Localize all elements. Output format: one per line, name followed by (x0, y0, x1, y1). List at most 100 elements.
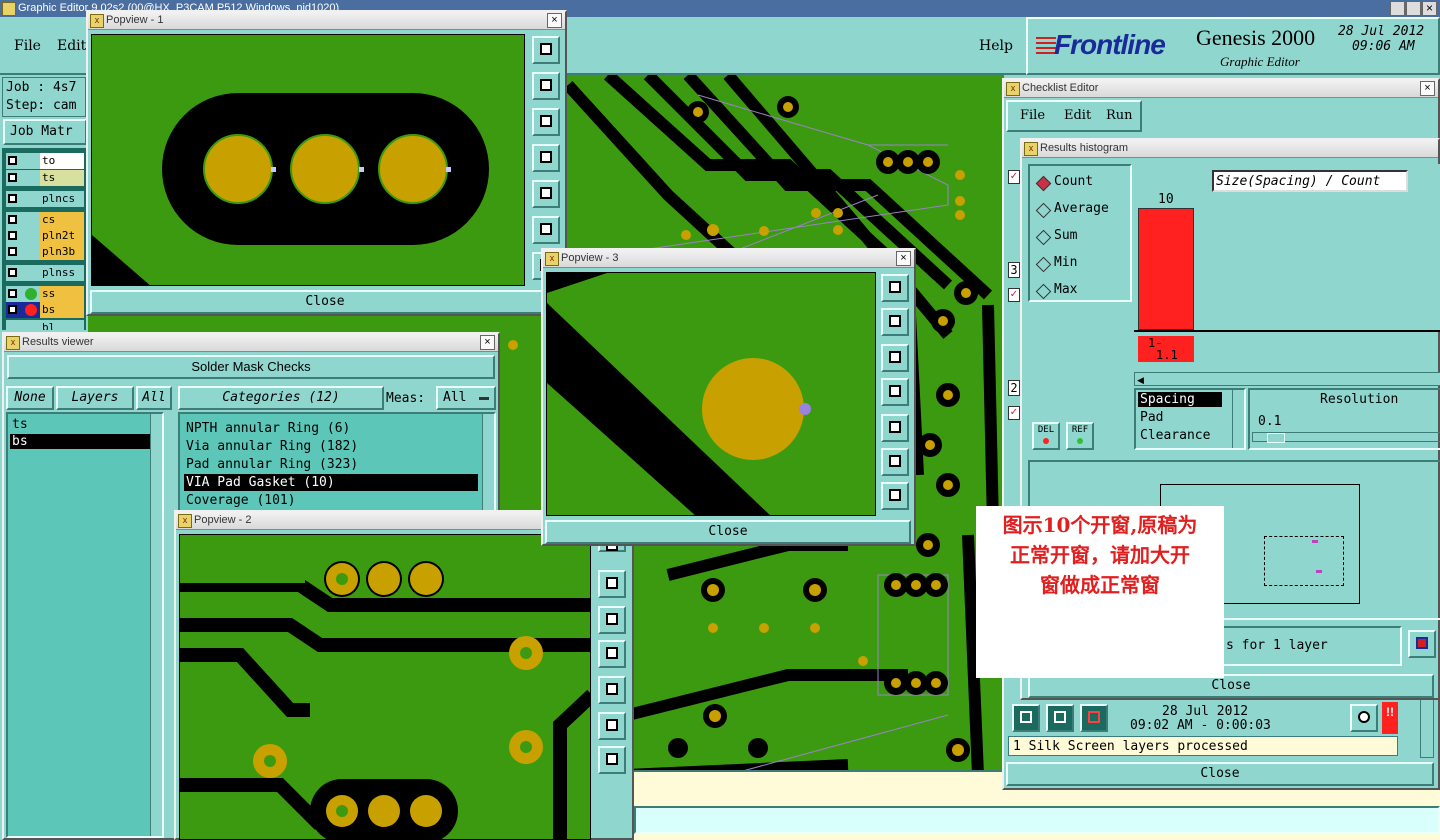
check-row-marker[interactable]: ✓ (1008, 406, 1020, 420)
metric-scrollbar[interactable] (1232, 390, 1244, 448)
pan-up-button[interactable] (881, 308, 909, 336)
layers-scrollbar[interactable] (150, 414, 162, 836)
histogram-hscroll[interactable]: ◀ (1134, 372, 1440, 386)
zoom-results-icon[interactable] (1350, 704, 1378, 732)
checklist-menu-file[interactable]: File (1020, 108, 1045, 123)
layer-row[interactable]: cs (6, 212, 84, 228)
radio-min[interactable] (1035, 256, 1052, 273)
minimize-icon[interactable] (1390, 1, 1405, 16)
category-item[interactable]: Pad annular Ring (323) (184, 456, 478, 473)
layer-row[interactable]: ts (6, 170, 84, 186)
layer-checkbox[interactable] (8, 247, 17, 256)
job-matrix-button[interactable]: Job Matr (3, 119, 87, 145)
layer-checkbox[interactable] (8, 268, 17, 277)
close-icon[interactable]: × (480, 335, 495, 350)
categories-scrollbar[interactable] (482, 414, 494, 510)
pan-up-button[interactable] (598, 570, 626, 598)
result-layer-item-selected[interactable]: bs (10, 434, 152, 449)
menu-edit[interactable]: Edit (57, 38, 86, 54)
pan-right-button[interactable] (598, 676, 626, 704)
radio-count[interactable] (1035, 175, 1052, 192)
close-icon[interactable]: × (1422, 1, 1437, 16)
layer-row[interactable]: plnss (6, 265, 84, 281)
layer-checkbox[interactable] (8, 173, 17, 182)
none-button[interactable]: None (6, 386, 54, 410)
popview-1-close-button[interactable]: Close (90, 290, 560, 314)
close-icon[interactable]: × (896, 251, 911, 266)
run-all-icon[interactable] (1046, 704, 1074, 732)
popview-2-view[interactable] (179, 534, 591, 840)
check-row-marker[interactable]: ✓ (1008, 288, 1020, 302)
layer-checkbox[interactable] (8, 156, 17, 165)
bottom-input[interactable] (634, 806, 1440, 834)
popview-3-view[interactable] (546, 272, 876, 516)
layers-button[interactable]: Layers (56, 386, 134, 410)
layer-checkbox[interactable] (8, 305, 17, 314)
layer-row[interactable]: pln3b (6, 244, 84, 260)
ref-button[interactable]: REF (1066, 422, 1094, 450)
resolution-slider[interactable] (1252, 432, 1440, 443)
pan-right-button[interactable] (532, 180, 560, 208)
metric-item-selected[interactable]: Spacing (1138, 392, 1222, 407)
layer-checkbox[interactable] (8, 231, 17, 240)
histogram-plot[interactable]: Size(Spacing) / Count 10 (1134, 164, 1440, 332)
zoom-in-button[interactable] (532, 216, 560, 244)
categories-button[interactable]: Categories (12) (178, 386, 384, 410)
layer-row[interactable]: to (6, 153, 84, 169)
pan-left-button[interactable] (532, 144, 560, 172)
checklist-menu-run[interactable]: Run (1106, 108, 1133, 123)
popview-3-close-button[interactable]: Close (545, 520, 911, 544)
metric-item[interactable]: Clearance (1138, 428, 1210, 443)
category-item-selected[interactable]: VIA Pad Gasket (10) (184, 474, 478, 491)
del-button[interactable]: DEL (1032, 422, 1060, 450)
pan-right-button[interactable] (881, 414, 909, 442)
zoom-in-button[interactable] (881, 448, 909, 476)
run-icon[interactable] (1012, 704, 1040, 732)
scroll-left-icon[interactable]: ◀ (1137, 375, 1144, 386)
layer-row[interactable]: bl (6, 320, 84, 330)
histogram-chart-icon[interactable] (1408, 630, 1436, 658)
radio-sum[interactable] (1035, 229, 1052, 246)
all-button[interactable]: All (136, 386, 172, 410)
layer-row[interactable]: pln2t (6, 228, 84, 244)
run-stop-icon[interactable] (1080, 704, 1108, 732)
meas-select[interactable]: All (436, 386, 496, 410)
checklist-menu-edit[interactable]: Edit (1064, 108, 1091, 123)
layer-row[interactable]: ss (6, 286, 84, 302)
resolution-slider-thumb[interactable] (1267, 433, 1285, 443)
result-layers-list[interactable]: ts bs (6, 412, 164, 838)
layer-checkbox[interactable] (8, 215, 17, 224)
menu-help[interactable]: Help (979, 38, 1013, 54)
popview-1-view[interactable] (91, 34, 525, 286)
zoom-out-button[interactable] (598, 746, 626, 774)
pan-left-button[interactable] (598, 640, 626, 668)
close-icon[interactable]: × (1420, 81, 1435, 96)
menu-file[interactable]: File (14, 38, 41, 54)
pan-down-button[interactable] (532, 108, 560, 136)
radio-max[interactable] (1035, 283, 1052, 300)
pan-down-button[interactable] (598, 606, 626, 634)
category-item[interactable]: Coverage (101) (184, 492, 478, 509)
layer-checkbox[interactable] (8, 289, 17, 298)
check-row-marker[interactable]: ✓ (1008, 170, 1020, 184)
zoom-out-button[interactable] (881, 482, 909, 510)
metric-list[interactable]: Spacing Pad Clearance (1134, 388, 1246, 450)
categories-list[interactable]: NPTH annular Ring (6) Via annular Ring (… (178, 412, 496, 512)
fit-view-button[interactable] (532, 36, 560, 64)
pan-up-button[interactable] (532, 72, 560, 100)
maximize-icon[interactable] (1406, 1, 1421, 16)
close-icon[interactable]: × (547, 13, 562, 28)
fit-view-button[interactable] (881, 274, 909, 302)
histogram-bar[interactable] (1138, 208, 1194, 330)
layer-row[interactable]: plncs (6, 191, 84, 207)
radio-average[interactable] (1035, 202, 1052, 219)
category-item[interactable]: Via annular Ring (182) (184, 438, 478, 455)
checklist-close-button[interactable]: Close (1006, 762, 1434, 786)
metric-item[interactable]: Pad (1138, 410, 1163, 425)
result-layer-item[interactable]: ts (10, 417, 152, 432)
layer-checkbox[interactable] (8, 194, 17, 203)
layer-row[interactable]: bs (6, 302, 84, 318)
pan-left-button[interactable] (881, 378, 909, 406)
zoom-in-button[interactable] (598, 712, 626, 740)
pan-down-button[interactable] (881, 344, 909, 372)
